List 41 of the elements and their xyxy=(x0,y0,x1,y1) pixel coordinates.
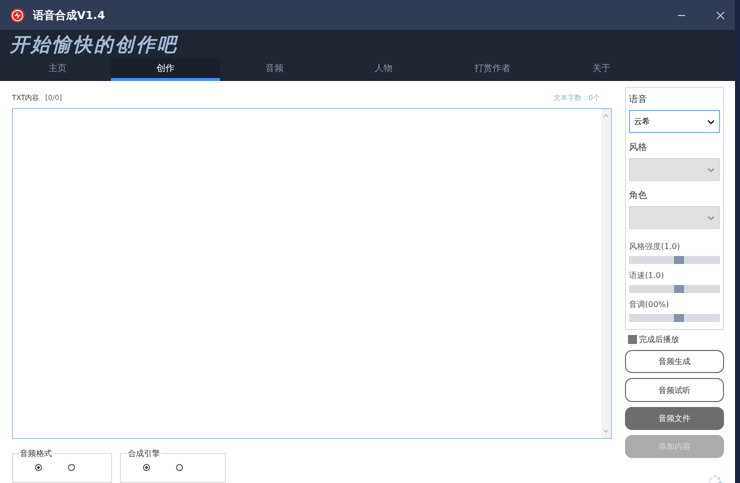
radio-button[interactable] xyxy=(35,464,42,471)
slider-track[interactable] xyxy=(629,285,720,293)
scroll-up-icon[interactable] xyxy=(603,113,609,118)
slider-label: 语速(1.0) xyxy=(629,270,665,281)
nav-tab[interactable]: 创作 xyxy=(111,58,220,81)
app-logo-icon xyxy=(10,8,25,22)
loading-spinner-icon xyxy=(706,474,724,483)
nav-tab[interactable]: 人物 xyxy=(329,58,438,81)
slider-label: 音调(00%) xyxy=(629,299,670,310)
slider-track[interactable] xyxy=(629,314,720,322)
close-icon[interactable] xyxy=(716,10,725,20)
nav-tab[interactable]: 打赏作者 xyxy=(438,58,547,81)
slider-label: 风格强度(1.0) xyxy=(629,241,681,252)
field-label: 风格 xyxy=(629,142,648,154)
slider-thumb[interactable] xyxy=(674,256,684,264)
slider-thumb[interactable] xyxy=(674,314,684,322)
field-label: 语音 xyxy=(629,94,648,106)
dropdown[interactable]: 云希 xyxy=(629,110,720,133)
action-button[interactable]: 音频文件 xyxy=(625,406,724,430)
nav-tab[interactable]: 关于 xyxy=(547,58,656,81)
group-title: 合成引擎 xyxy=(127,448,161,459)
checkbox-label: 完成后播放 xyxy=(639,334,679,345)
chevron-down-icon xyxy=(707,214,715,220)
field-label: 角色 xyxy=(629,190,648,202)
group-title: 音频格式 xyxy=(19,448,53,459)
chevron-down-icon xyxy=(707,166,715,172)
slider-track[interactable] xyxy=(629,256,720,264)
slider-thumb[interactable] xyxy=(674,285,684,293)
nav-tab[interactable]: 音频 xyxy=(220,58,329,81)
radio-button[interactable] xyxy=(68,464,75,471)
slogan-text: 开始愉快的创作吧 xyxy=(8,33,180,58)
radio-button[interactable] xyxy=(176,464,183,471)
action-button[interactable]: 音频生成 xyxy=(625,350,724,374)
scrollbar[interactable] xyxy=(601,109,611,438)
nav-tab[interactable]: 主页 xyxy=(4,58,111,81)
window-title: 语音合成V1.4 xyxy=(33,8,105,22)
checkbox[interactable] xyxy=(628,335,637,344)
action-button[interactable]: 音频试听 xyxy=(625,378,724,402)
chevron-down-icon xyxy=(707,118,715,124)
scroll-down-icon[interactable] xyxy=(603,429,609,434)
radio-button[interactable] xyxy=(143,464,150,471)
